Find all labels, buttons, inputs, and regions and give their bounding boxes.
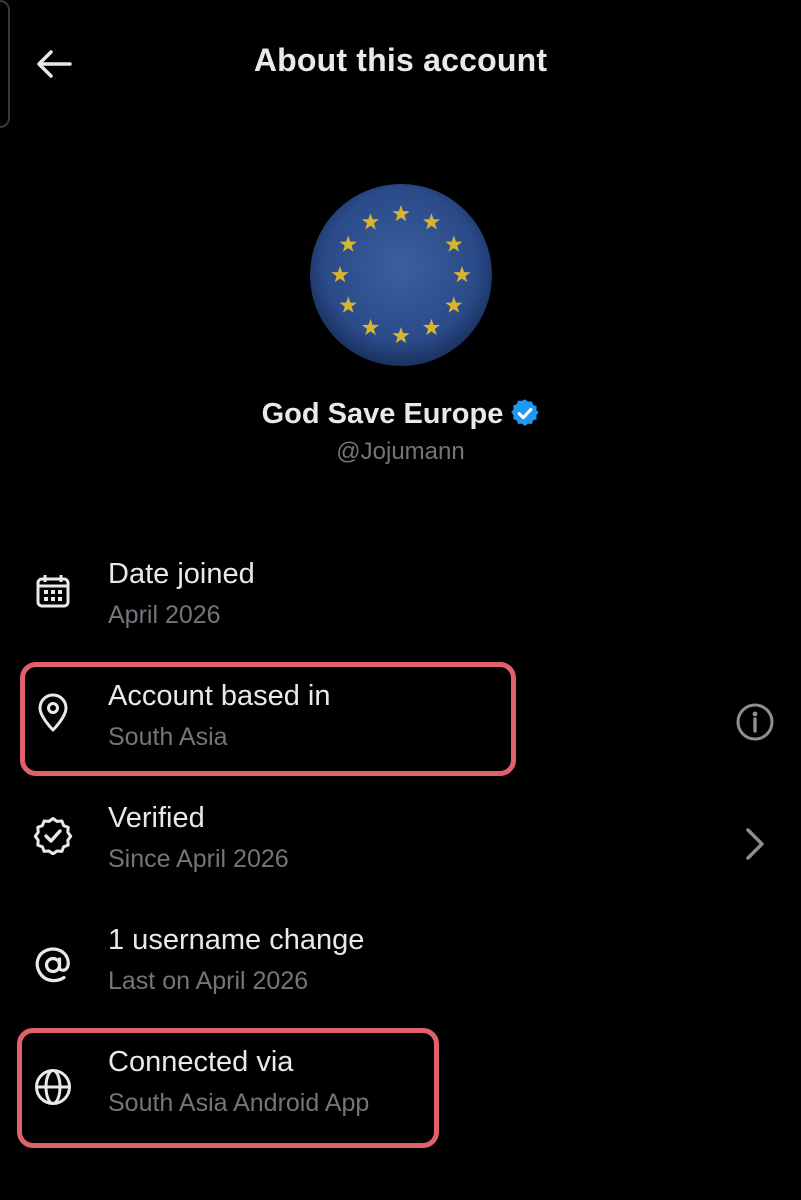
info-icon	[736, 703, 774, 741]
row-value: Last on April 2026	[108, 967, 309, 995]
row-username-change: 1 username change Last on April 2026	[0, 924, 801, 1024]
calendar-icon	[32, 570, 74, 612]
chevron-right-icon	[733, 822, 777, 866]
highlight-box-connected-via	[17, 1028, 439, 1148]
display-name: God Save Europe	[261, 398, 504, 430]
row-value: April 2026	[108, 601, 221, 629]
profile-name-row: God Save Europe	[0, 398, 801, 435]
info-button[interactable]	[733, 700, 777, 744]
verified-badge-icon	[511, 399, 539, 435]
username-handle: @Jojumann	[336, 438, 465, 465]
row-verified[interactable]: Verified Since April 2026	[0, 802, 801, 902]
row-label: 1 username change	[108, 924, 365, 956]
row-label: Date joined	[108, 558, 255, 590]
row-value: Since April 2026	[108, 845, 289, 873]
top-app-bar: About this account	[0, 0, 801, 128]
eu-flag-avatar-image	[310, 184, 492, 366]
row-label: Verified	[108, 802, 205, 834]
avatar[interactable]	[310, 184, 492, 366]
row-date-joined: Date joined April 2026	[0, 558, 801, 658]
highlight-box-account-based-in	[20, 662, 516, 776]
page-title: About this account	[253, 42, 548, 78]
at-icon	[32, 944, 74, 986]
verified-badge-icon	[32, 814, 74, 856]
